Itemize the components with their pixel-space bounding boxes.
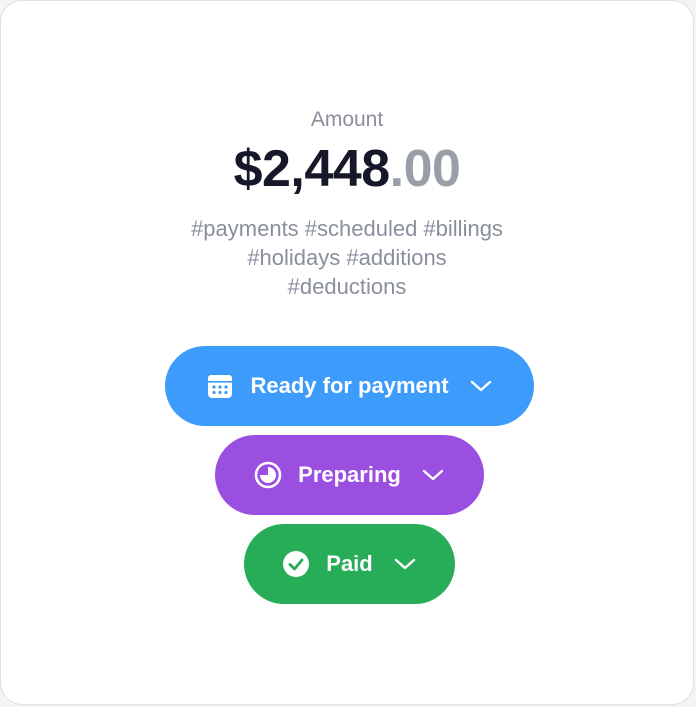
tag-line: #deductions (287, 274, 407, 299)
calendar-icon (206, 372, 234, 400)
amount-label: Amount (310, 108, 384, 131)
status-label: Paid (326, 551, 373, 576)
amount-whole: $2,448 (233, 140, 391, 198)
status-dropdown-preparing[interactable]: Preparing (215, 435, 484, 515)
chevron-down-icon (421, 463, 445, 487)
amount-cents: .00 (389, 140, 461, 198)
payment-card: Amount $2,448.00 #payments #scheduled #b… (0, 0, 694, 705)
amount-value: $2,448.00 (1, 139, 693, 199)
pie-progress-icon (254, 461, 282, 489)
status-dropdown-paid[interactable]: Paid (244, 524, 455, 604)
tag-line: #payments #scheduled #billings (191, 216, 503, 241)
check-circle-icon (282, 550, 310, 578)
chevron-down-icon (469, 374, 493, 398)
tag-list: #payments #scheduled #billings #holidays… (1, 214, 693, 301)
chevron-down-icon (393, 552, 417, 576)
tag-line: #holidays #additions (247, 245, 447, 270)
status-dropdown-ready-for-payment[interactable]: Ready for payment (165, 346, 534, 426)
status-label: Preparing (298, 462, 401, 487)
status-label: Ready for payment (250, 373, 449, 398)
